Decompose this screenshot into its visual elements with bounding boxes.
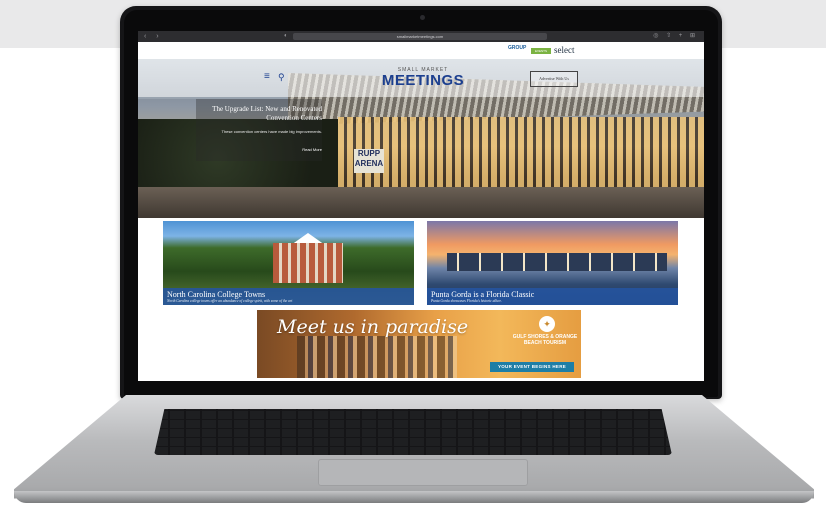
advertisement-banner[interactable]: Meet us in paradise ✦ GULF SHORES & ORAN… xyxy=(257,310,581,378)
card-title[interactable]: North Carolina College Towns xyxy=(167,290,265,299)
hero-plaza xyxy=(138,187,704,218)
keyboard xyxy=(154,409,672,455)
brand-logo[interactable]: MEETINGS xyxy=(378,72,468,89)
hero-building xyxy=(338,117,704,187)
trackpad xyxy=(318,459,528,486)
search-icon[interactable]: ⚲ xyxy=(278,72,285,82)
read-more-link[interactable]: Read More xyxy=(198,147,322,152)
select-logo[interactable]: select xyxy=(554,45,575,55)
skyline-image xyxy=(447,253,667,271)
house-image xyxy=(273,243,343,283)
hero-banner[interactable]: RUPP ARENA ≡ ⚲ SMALL MARKET MEETINGS Adv… xyxy=(138,59,704,218)
feature-description: These convention centers have made big i… xyxy=(221,129,323,134)
laptop-edge xyxy=(14,491,814,503)
nav-arrows-icon[interactable]: ‹ › xyxy=(144,33,163,40)
url-bar[interactable]: smallmarketmeetings.com xyxy=(293,33,547,40)
card-caption: Punta Gorda is a Florida Classic Punta G… xyxy=(427,288,678,305)
menu-icon[interactable]: ≡ xyxy=(264,72,270,82)
advertise-button[interactable]: Advertise With Us xyxy=(530,71,578,87)
article-card-punta-gorda[interactable]: Punta Gorda is a Florida Classic Punta G… xyxy=(427,221,678,305)
laptop-screen: ‹ › ◐ smallmarketmeetings.com ◎ ⇧ + ⊞ GR… xyxy=(138,31,704,381)
events-logo[interactable]: EVENTS xyxy=(531,48,551,54)
laptop-base xyxy=(14,395,814,510)
camera-icon xyxy=(420,15,425,20)
article-card-north-carolina[interactable]: North Carolina College Towns North Carol… xyxy=(163,221,414,305)
card-caption: North Carolina College Towns North Carol… xyxy=(163,288,414,305)
card-title[interactable]: Punta Gorda is a Florida Classic xyxy=(431,290,534,299)
browser-toolbar: ‹ › ◐ smallmarketmeetings.com ◎ ⇧ + ⊞ xyxy=(138,31,704,42)
shield-icon[interactable]: ◐ xyxy=(284,33,288,39)
ad-headline: Meet us in paradise xyxy=(277,316,469,338)
ad-organization: GULF SHORES & ORANGE BEACH TOURISM xyxy=(512,334,578,346)
card-subtitle: North Carolina college towns offer an ab… xyxy=(167,299,293,303)
arena-sign: RUPP ARENA xyxy=(354,149,384,173)
card-subtitle: Punta Gorda showcases Florida's historic… xyxy=(431,299,502,303)
group-logo[interactable]: GROUP xyxy=(508,46,526,51)
browser-action-icons[interactable]: ◎ ⇧ + ⊞ xyxy=(653,32,698,39)
palm-logo-icon: ✦ xyxy=(539,316,555,332)
feature-title[interactable]: The Upgrade List: New and Renovated Conv… xyxy=(198,105,322,123)
ad-people-image xyxy=(297,336,457,378)
ad-cta-button[interactable]: YOUR EVENT BEGINS HERE xyxy=(490,362,574,372)
partner-strip: GROUP EVENTS select xyxy=(138,42,704,59)
